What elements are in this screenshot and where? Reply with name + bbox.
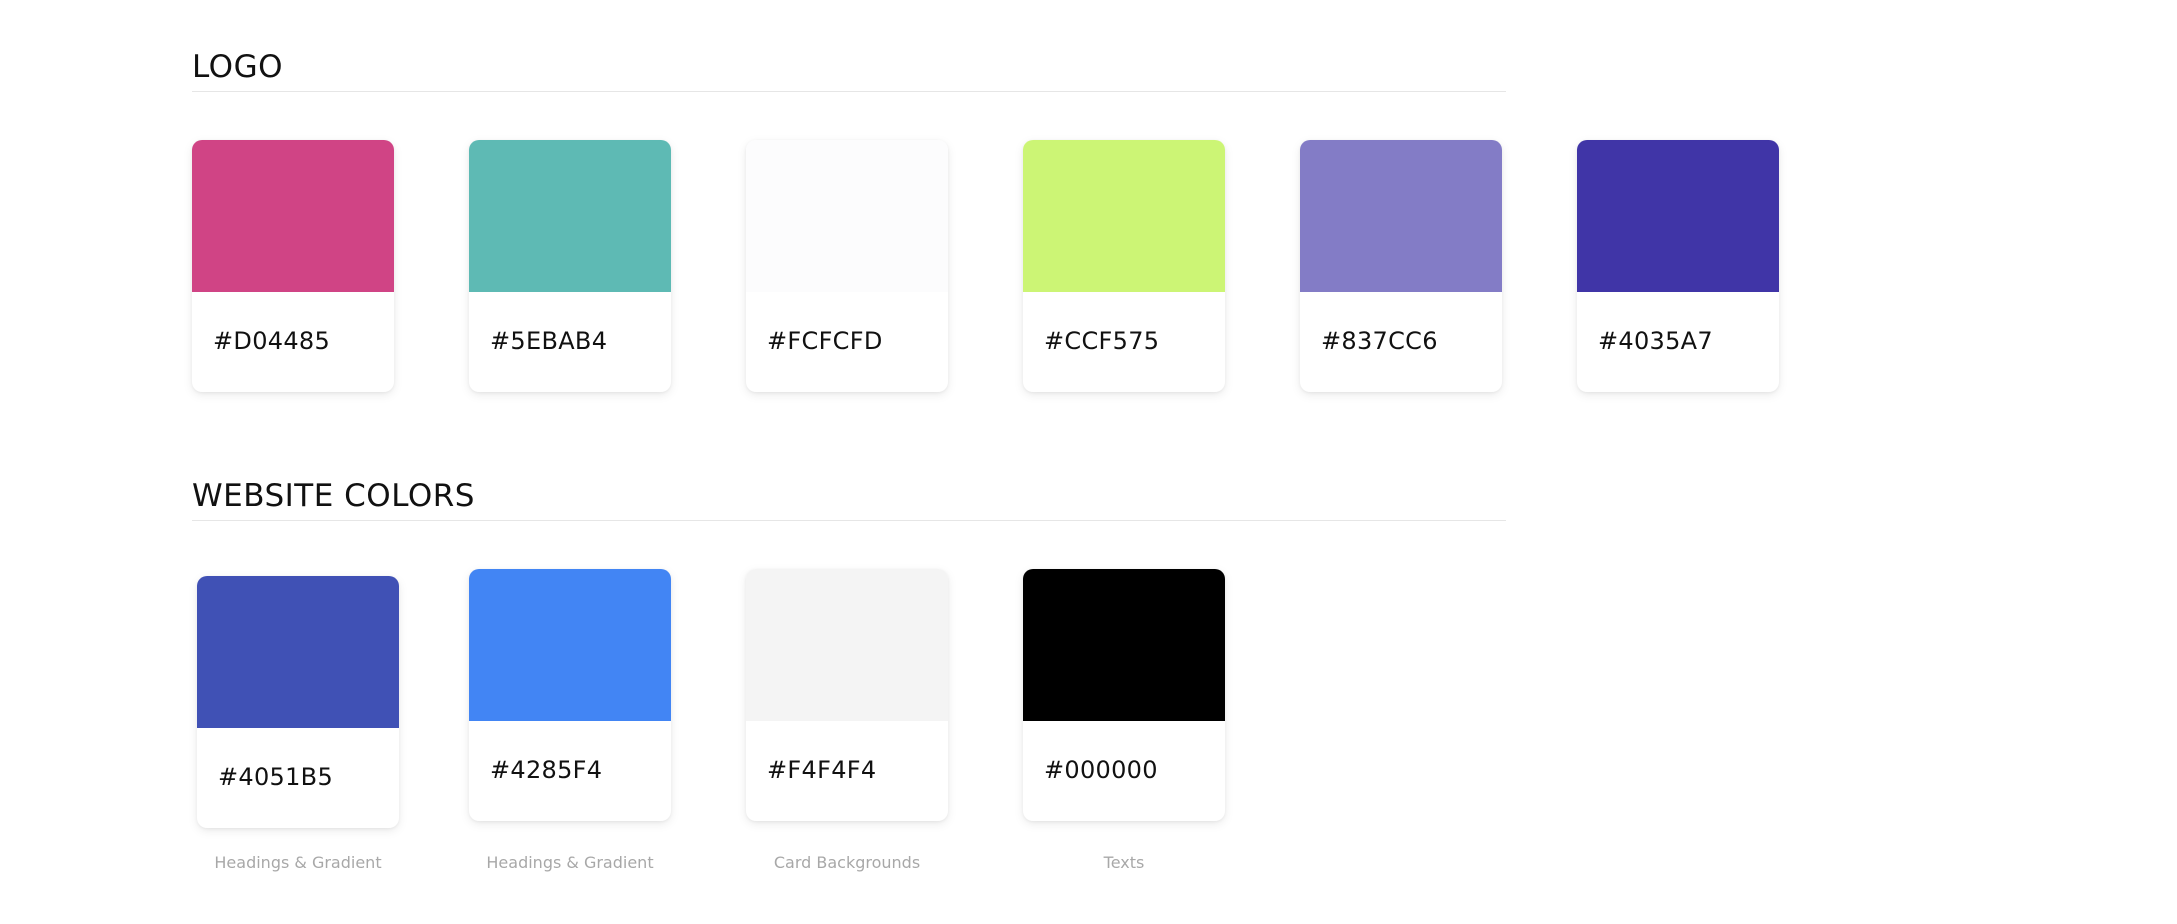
hex-code: #CCF575 bbox=[1044, 327, 1160, 355]
hex-code: #4035A7 bbox=[1598, 327, 1713, 355]
website-color-card-1[interactable]: #4051B5 bbox=[197, 576, 399, 828]
hex-code: #4285F4 bbox=[490, 756, 603, 784]
website-colors-section-divider bbox=[192, 520, 1506, 521]
color-swatch bbox=[1300, 140, 1502, 292]
hex-code: #F4F4F4 bbox=[767, 756, 877, 784]
hex-code: #D04485 bbox=[213, 327, 331, 355]
website-colors-section-title: WEBSITE COLORS bbox=[192, 478, 475, 514]
logo-color-card-5[interactable]: #837CC6 bbox=[1300, 140, 1502, 392]
color-swatch bbox=[197, 576, 399, 728]
color-swatch bbox=[1577, 140, 1779, 292]
hex-code: #FCFCFD bbox=[767, 327, 883, 355]
hex-code: #4051B5 bbox=[218, 763, 334, 791]
hex-code: #837CC6 bbox=[1321, 327, 1438, 355]
website-color-card-3[interactable]: #F4F4F4 bbox=[746, 569, 948, 821]
color-swatch bbox=[746, 140, 948, 292]
logo-color-card-6[interactable]: #4035A7 bbox=[1577, 140, 1779, 392]
color-usage-caption: Headings & Gradient bbox=[486, 853, 654, 872]
hex-code: #000000 bbox=[1044, 756, 1158, 784]
color-swatch bbox=[469, 569, 671, 721]
color-usage-caption: Texts bbox=[1103, 853, 1145, 872]
logo-color-card-2[interactable]: #5EBAB4 bbox=[469, 140, 671, 392]
color-swatch bbox=[469, 140, 671, 292]
color-swatch bbox=[192, 140, 394, 292]
color-usage-caption: Card Backgrounds bbox=[773, 853, 921, 872]
color-swatch bbox=[1023, 569, 1225, 721]
logo-section-divider bbox=[192, 91, 1506, 92]
color-swatch bbox=[1023, 140, 1225, 292]
logo-color-card-4[interactable]: #CCF575 bbox=[1023, 140, 1225, 392]
color-usage-caption: Headings & Gradient bbox=[214, 853, 382, 872]
website-color-card-4[interactable]: #000000 bbox=[1023, 569, 1225, 821]
logo-section-title: LOGO bbox=[192, 49, 283, 85]
hex-code: #5EBAB4 bbox=[490, 327, 608, 355]
logo-color-card-1[interactable]: #D04485 bbox=[192, 140, 394, 392]
color-swatch bbox=[746, 569, 948, 721]
logo-color-card-3[interactable]: #FCFCFD bbox=[746, 140, 948, 392]
website-color-card-2[interactable]: #4285F4 bbox=[469, 569, 671, 821]
